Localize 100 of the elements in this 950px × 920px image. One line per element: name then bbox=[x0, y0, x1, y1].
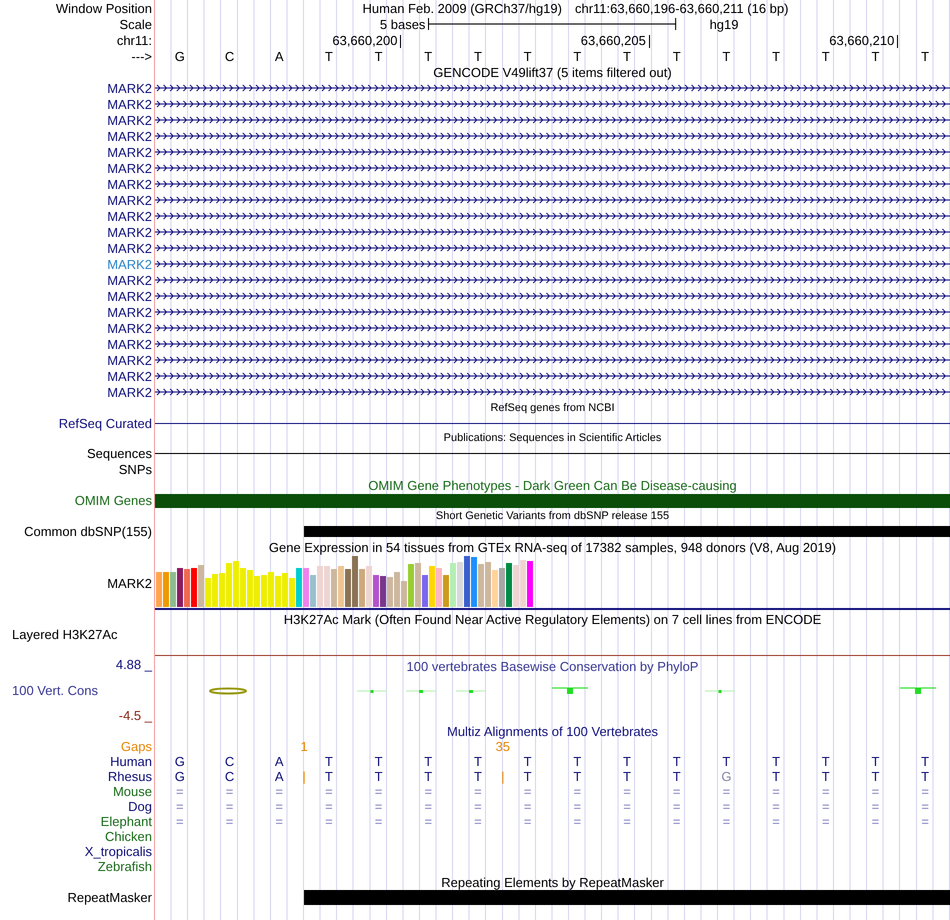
gene-model-drawing[interactable] bbox=[155, 306, 950, 318]
track-label[interactable]: SNPs bbox=[118, 462, 152, 476]
identical-base-mark: = bbox=[722, 800, 730, 813]
base-letter: T bbox=[871, 48, 880, 64]
gene-model-drawing[interactable] bbox=[155, 194, 950, 206]
species-label[interactable]: Elephant bbox=[100, 815, 152, 828]
scale-text: 5 bases bbox=[380, 18, 426, 30]
gene-model-drawing[interactable] bbox=[155, 82, 950, 94]
track-label[interactable]: Layered H3K27Ac bbox=[12, 628, 118, 641]
track-label[interactable]: 100 Vert. Cons bbox=[12, 684, 98, 696]
track-title: OMIM Gene Phenotypes - Dark Green Can Be Disease-causing bbox=[367, 478, 738, 492]
gene-model-drawing[interactable] bbox=[155, 146, 950, 158]
aligned-base: T bbox=[424, 755, 432, 768]
identical-base-mark: = bbox=[672, 800, 681, 813]
identical-base-mark: = bbox=[921, 815, 929, 828]
gene-model-drawing[interactable] bbox=[155, 354, 950, 366]
identical-base-mark: = bbox=[474, 800, 482, 813]
identical-base-mark: = bbox=[822, 815, 830, 828]
gene-label[interactable]: MARK2 bbox=[107, 258, 152, 270]
gene-label[interactable]: MARK2 bbox=[107, 290, 152, 302]
species-label[interactable]: Chicken bbox=[105, 830, 152, 843]
track-title: Publications: Sequences in Scientific Articles bbox=[442, 432, 662, 444]
gene-model-drawing[interactable] bbox=[155, 274, 950, 286]
gene-model-drawing[interactable] bbox=[155, 178, 950, 190]
base-letter: T bbox=[722, 48, 730, 64]
identical-base-mark: = bbox=[374, 785, 382, 798]
aligned-base: T bbox=[623, 770, 631, 783]
base-letter: T bbox=[822, 48, 830, 64]
track-label[interactable]: Sequences bbox=[86, 447, 152, 460]
aligned-base: T bbox=[374, 770, 383, 783]
gene-label[interactable]: MARK2 bbox=[107, 354, 152, 366]
gene-label[interactable]: MARK2 bbox=[107, 274, 152, 286]
gene-label[interactable]: MARK2 bbox=[107, 370, 152, 382]
gene-model-drawing[interactable] bbox=[155, 370, 950, 382]
gene-label[interactable]: MARK2 bbox=[107, 226, 152, 238]
gene-model-drawing[interactable] bbox=[155, 242, 950, 254]
gene-model-drawing[interactable] bbox=[155, 210, 950, 222]
gene-label[interactable]: MARK2 bbox=[107, 306, 152, 318]
identical-base-mark: = bbox=[772, 785, 780, 798]
gene-model-drawing[interactable] bbox=[155, 130, 950, 142]
track-label[interactable]: MARK2 bbox=[107, 576, 152, 590]
track-label[interactable]: OMIM Genes bbox=[74, 494, 152, 507]
identical-base-mark: = bbox=[374, 815, 382, 828]
aligned-base: T bbox=[921, 755, 930, 768]
gene-label[interactable]: MARK2 bbox=[107, 322, 152, 334]
track-label[interactable]: RefSeq Curated bbox=[58, 416, 152, 430]
gene-label[interactable]: MARK2 bbox=[107, 162, 152, 174]
aligned-base: T bbox=[822, 770, 830, 783]
gene-model-drawing[interactable] bbox=[155, 226, 950, 238]
species-label[interactable]: Rhesus bbox=[108, 770, 152, 783]
base-letter: G bbox=[174, 48, 185, 64]
identical-base-mark: = bbox=[524, 785, 532, 798]
aligned-base: T bbox=[524, 770, 532, 783]
base-letter: T bbox=[324, 48, 333, 64]
gene-model-drawing[interactable] bbox=[155, 258, 950, 270]
base-letter: T bbox=[573, 48, 582, 64]
strand-label: ---> bbox=[131, 50, 152, 62]
gene-label[interactable]: MARK2 bbox=[107, 178, 152, 190]
gene-label[interactable]: MARK2 bbox=[107, 146, 152, 158]
aligned-base: T bbox=[474, 770, 482, 783]
identical-base-mark: = bbox=[822, 800, 830, 813]
gene-label[interactable]: MARK2 bbox=[107, 386, 152, 398]
track-title: 100 vertebrates Basewise Conservation by PhyloP bbox=[406, 660, 700, 673]
gene-label[interactable]: MARK2 bbox=[107, 338, 152, 350]
base-letter: T bbox=[921, 48, 930, 64]
species-label[interactable]: Mouse bbox=[112, 785, 152, 798]
gene-model-drawing[interactable] bbox=[155, 162, 950, 174]
gene-model-drawing[interactable] bbox=[155, 338, 950, 350]
identical-base-mark: = bbox=[672, 815, 681, 828]
aligned-base: T bbox=[573, 770, 582, 783]
gene-label[interactable]: MARK2 bbox=[107, 242, 152, 254]
track-label[interactable]: RepeatMasker bbox=[67, 891, 152, 904]
gene-label[interactable]: MARK2 bbox=[107, 210, 152, 222]
track-label[interactable]: Common dbSNP(155) bbox=[24, 524, 152, 538]
aligned-base: T bbox=[822, 755, 830, 768]
species-label[interactable]: X_tropicalis bbox=[84, 845, 152, 858]
track-title: Multiz Alignments of 100 Vertebrates bbox=[446, 725, 659, 738]
gene-label[interactable]: MARK2 bbox=[107, 130, 152, 142]
base-letter: T bbox=[623, 48, 631, 64]
gene-label[interactable]: MARK2 bbox=[107, 114, 152, 126]
identical-base-mark: = bbox=[176, 785, 184, 798]
base-letter: T bbox=[672, 48, 681, 64]
species-label[interactable]: Human bbox=[110, 755, 152, 768]
aligned-base: T bbox=[672, 755, 681, 768]
gene-model-drawing[interactable] bbox=[155, 322, 950, 334]
species-label[interactable]: Dog bbox=[128, 800, 152, 813]
identical-base-mark: = bbox=[325, 785, 333, 798]
gene-label[interactable]: MARK2 bbox=[107, 194, 152, 206]
aligned-base: G bbox=[721, 770, 732, 783]
identical-base-mark: = bbox=[722, 785, 730, 798]
variant-bar[interactable] bbox=[304, 526, 950, 536]
gene-model-drawing[interactable] bbox=[155, 290, 950, 302]
gene-label[interactable]: MARK2 bbox=[107, 98, 152, 110]
omim-gene-bar[interactable] bbox=[155, 494, 950, 508]
gene-model-drawing[interactable] bbox=[155, 386, 950, 398]
gene-model-drawing[interactable] bbox=[155, 98, 950, 110]
ruler-tick-label: 63,660,200 bbox=[332, 35, 402, 48]
gene-model-drawing[interactable] bbox=[155, 114, 950, 126]
species-label[interactable]: Zebrafish bbox=[98, 860, 152, 873]
gene-label[interactable]: MARK2 bbox=[107, 82, 152, 94]
